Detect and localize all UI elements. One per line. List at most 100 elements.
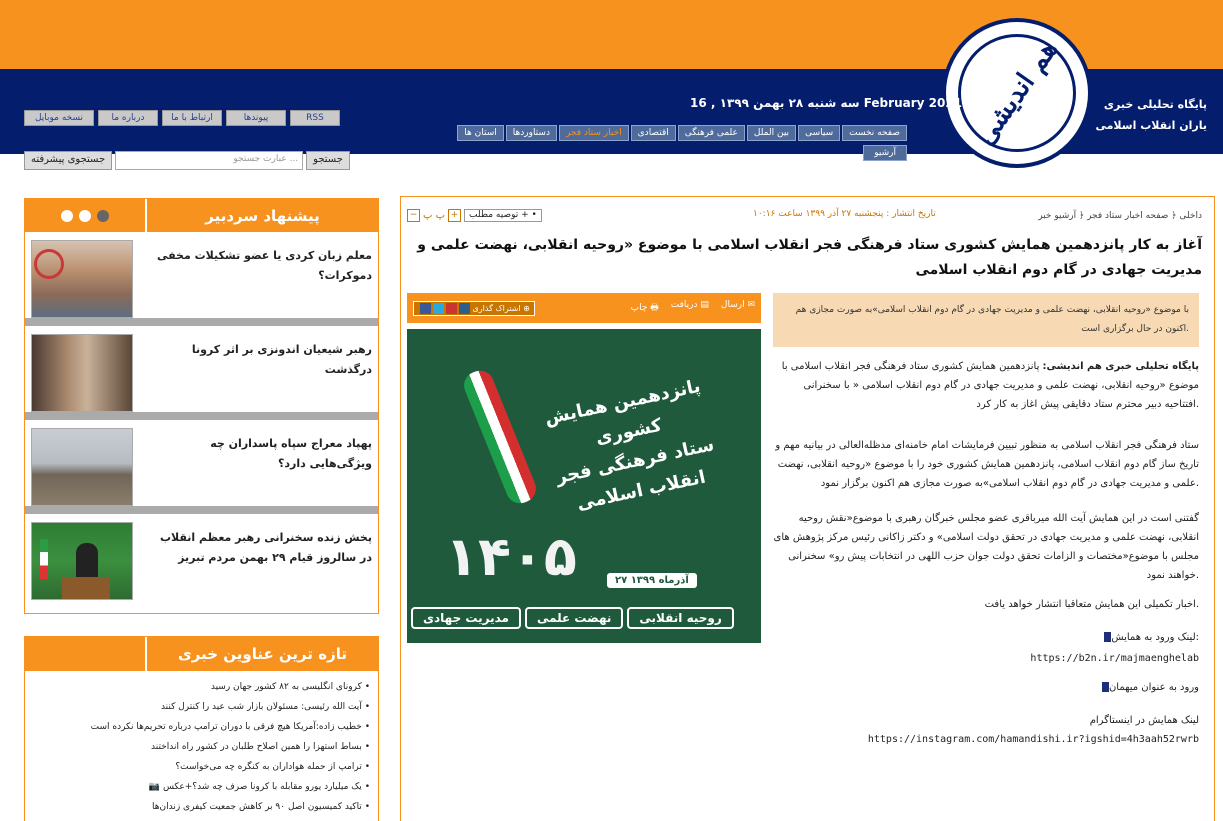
top-link-buttons: نسخه موبایل درباره ما ارتباط با ما پیوند…: [24, 110, 340, 126]
link-label: لینک ورود به همایش:: [773, 628, 1199, 647]
poster-tag: مدیریت جهادی: [411, 607, 521, 629]
about-button[interactable]: درباره ما: [98, 110, 158, 126]
latest-header-spacer: [25, 637, 145, 671]
editor-suggestions-title: پیشنهاد سردبیر: [147, 199, 378, 232]
list-item[interactable]: ترامپ از حمله هواداران به کنگره چه می‌خو…: [29, 757, 370, 777]
twitter-icon[interactable]: [433, 302, 444, 314]
list-item[interactable]: آیت الله رئیسی: مسئولان بازار شب عید را …: [29, 697, 370, 717]
stamp-icon: [34, 249, 64, 279]
news-link[interactable]: بساط استهزا را همین اصلاح طلبان در کشور …: [151, 742, 362, 752]
latest-news-list: کرونای انگلیسی به ۸۲ کشور جهان رسید • آی…: [25, 671, 378, 821]
share-button[interactable]: اشتراک گذاری ⊕: [413, 300, 535, 316]
suggestion-item[interactable]: پهپاد معراج سپاه پاسداران چه ویژگی‌هایی …: [25, 420, 378, 514]
nav-international[interactable]: بین الملل: [746, 125, 797, 141]
registration-link[interactable]: https://b2n.ir/majmaenghelab: [773, 649, 1199, 668]
search-button[interactable]: جستجو: [306, 151, 350, 170]
download-label: دریافت: [670, 300, 698, 310]
nav-science-culture[interactable]: علمی فرهنگی: [677, 125, 745, 141]
nav-economic[interactable]: اقتصادی: [630, 125, 676, 141]
instagram-link[interactable]: https://instagram.com/hamandishi.ir?igsh…: [773, 730, 1199, 749]
font-increase-icon[interactable]: +: [448, 209, 462, 222]
news-link[interactable]: آیت الله رئیسی: مسئولان بازار شب عید را …: [161, 702, 362, 712]
article-panel: داخلی ﴿ صفحه اخبار ستاد فجر ﴿ آرشیو خبر …: [400, 196, 1215, 821]
suggestion-thumbnail[interactable]: [31, 240, 133, 318]
list-item[interactable]: بساط استهزا را همین اصلاح طلبان در کشور …: [29, 737, 370, 757]
guest-link-text: ورود به عنوان میهمان: [1108, 682, 1199, 693]
suggestion-title[interactable]: پخش زنده سخنرانی رهبر معظم انقلاب در سال…: [147, 528, 372, 568]
article-toolbar: اشتراک گذاری ⊕ چاپ 🖶 دریافت ▤ ارسال ✉: [407, 293, 761, 323]
mobile-version-button[interactable]: نسخه موبایل: [24, 110, 94, 126]
main-nav: صفحه نخست سیاسی بین الملل علمی فرهنگی اق…: [457, 125, 907, 141]
dot-icon[interactable]: [79, 209, 91, 222]
news-link[interactable]: ترامپ از حمله هواداران به کنگره چه می‌خو…: [175, 762, 362, 772]
site-logo[interactable]: هم اندیشی: [942, 18, 1092, 168]
suggestion-title[interactable]: رهبر شیعیان اندونزی بر اثر کرونا درگذشت: [147, 340, 372, 380]
editor-suggestions-header: پیشنهاد سردبیر: [25, 198, 378, 232]
suggestion-thumbnail[interactable]: [31, 334, 133, 412]
nav-home[interactable]: صفحه نخست: [842, 125, 907, 141]
recommend-button[interactable]: توصیه مطلب + •: [464, 209, 542, 222]
source-label: پایگاه تحلیلی خبری هم اندیشی:: [1042, 361, 1199, 372]
suggestion-thumbnail[interactable]: [31, 428, 133, 506]
font-decrease-icon[interactable]: −: [407, 209, 420, 222]
facebook-icon[interactable]: [420, 302, 431, 314]
suggestion-item[interactable]: پخش زنده سخنرانی رهبر معظم انقلاب در سال…: [25, 514, 378, 608]
suggestion-title[interactable]: معلم زبان کردی یا عضو تشکیلات مخفی دموکر…: [147, 246, 372, 286]
print-label: چاپ: [630, 303, 648, 313]
print-button[interactable]: چاپ 🖶: [631, 300, 659, 316]
link-label-text: لینک ورود به همایش:: [1111, 632, 1199, 643]
nav-provinces[interactable]: استان ها: [457, 125, 504, 141]
plus-icon: ⊕: [523, 303, 530, 313]
breadcrumb[interactable]: داخلی ﴿ صفحه اخبار ستاد فجر ﴿ آرشیو خبر: [1038, 211, 1202, 221]
document-icon: ▤: [700, 300, 709, 310]
download-button[interactable]: دریافت ▤: [671, 300, 709, 316]
list-item[interactable]: کرونای انگلیسی به ۸۲ کشور جهان رسید •: [29, 677, 370, 697]
nav-political[interactable]: سیاسی: [798, 125, 841, 141]
flag-icon: [40, 539, 48, 579]
latest-news-box: تازه ترین عناوین خبری کرونای انگلیسی به …: [24, 636, 379, 821]
font-size-letters: پ پ: [423, 210, 446, 221]
nav-archive-row: آرشیو: [863, 145, 907, 161]
nav-fajr-news[interactable]: اخبار ستاد فجر: [558, 125, 629, 141]
header-date: سه شنبه ۲۸ بهمن ۱۳۹۹ , 16 February 2021: [690, 96, 963, 110]
google-icon[interactable]: [446, 302, 457, 314]
links-button[interactable]: پیوندها: [226, 110, 286, 126]
poster-title: پانزدهمین همایش کشوری ستاد فرهنگی فجر ان…: [517, 366, 747, 527]
list-item[interactable]: تاکید کمیسیون اصل ۹۰ بر کاهش جمعیت کیفری…: [29, 797, 370, 817]
send-label: ارسال: [720, 300, 745, 310]
list-item[interactable]: خطیب زاده:آمریکا هیچ فرقی با دوران ترامپ…: [29, 717, 370, 737]
latest-news-header: تازه ترین عناوین خبری: [25, 637, 378, 671]
search-bar: جستجوی پیشرفته عبارت جستجو ... جستجو: [24, 151, 350, 170]
rss-button[interactable]: RSS: [290, 110, 340, 126]
news-link[interactable]: خطیب زاده:آمریکا هیچ فرقی با دوران ترامپ…: [91, 722, 362, 732]
search-input[interactable]: عبارت جستجو ...: [115, 151, 304, 170]
logo-inner: هم اندیشی: [958, 34, 1076, 152]
guest-link[interactable]: ورود به عنوان میهمان: [773, 678, 1199, 697]
poster-tags: مدیریت جهادی نهضت علمی روحیه انقلابی: [411, 607, 734, 629]
dot-icon[interactable]: [97, 209, 109, 222]
nav-achievements[interactable]: دستاوردها: [505, 125, 557, 141]
list-item[interactable]: 📷 یک میلیارد یورو مقابله با کرونا صرف چه…: [29, 777, 370, 797]
suggestion-item[interactable]: رهبر شیعیان اندونزی بر اثر کرونا درگذشت: [25, 326, 378, 420]
share-label: اشتراک گذاری: [472, 303, 521, 313]
suggestion-title[interactable]: پهپاد معراج سپاه پاسداران چه ویژگی‌هایی …: [147, 434, 372, 474]
dot-icon[interactable]: [61, 209, 73, 222]
send-button[interactable]: ارسال ✉: [721, 300, 755, 316]
article-image[interactable]: پانزدهمین همایش کشوری ستاد فرهنگی فجر ان…: [407, 329, 761, 643]
article-paragraph: ستاد فرهنگی فجر انقلاب اسلامی به منظور ت…: [775, 440, 1199, 489]
news-link[interactable]: تاکید کمیسیون اصل ۹۰ بر کاهش جمعیت کیفری…: [152, 802, 362, 812]
news-link[interactable]: یک میلیارد یورو مقابله با کرونا صرف چه ش…: [163, 782, 362, 792]
linkedin-icon[interactable]: [459, 302, 470, 314]
article-paragraph: گفتنی است در این همایش آیت الله میرباقری…: [773, 513, 1199, 581]
suggestion-item[interactable]: معلم زبان کردی یا عضو تشکیلات مخفی دموکر…: [25, 232, 378, 326]
editor-suggestions-box: پیشنهاد سردبیر معلم زبان کردی یا عضو تشک…: [24, 198, 379, 614]
advanced-search-button[interactable]: جستجوی پیشرفته: [24, 151, 113, 170]
news-link[interactable]: کرونای انگلیسی به ۸۲ کشور جهان رسید: [211, 682, 362, 692]
suggestion-thumbnail[interactable]: [31, 522, 133, 600]
contact-button[interactable]: ارتباط با ما: [162, 110, 222, 126]
recommend-label: توصیه مطلب: [469, 210, 519, 220]
poster-tag: روحیه انقلابی: [627, 607, 734, 629]
article-actions: چاپ 🖶 دریافت ▤ ارسال ✉: [631, 300, 755, 316]
nav-archive[interactable]: آرشیو: [863, 145, 907, 161]
podium-shape: [62, 577, 110, 599]
